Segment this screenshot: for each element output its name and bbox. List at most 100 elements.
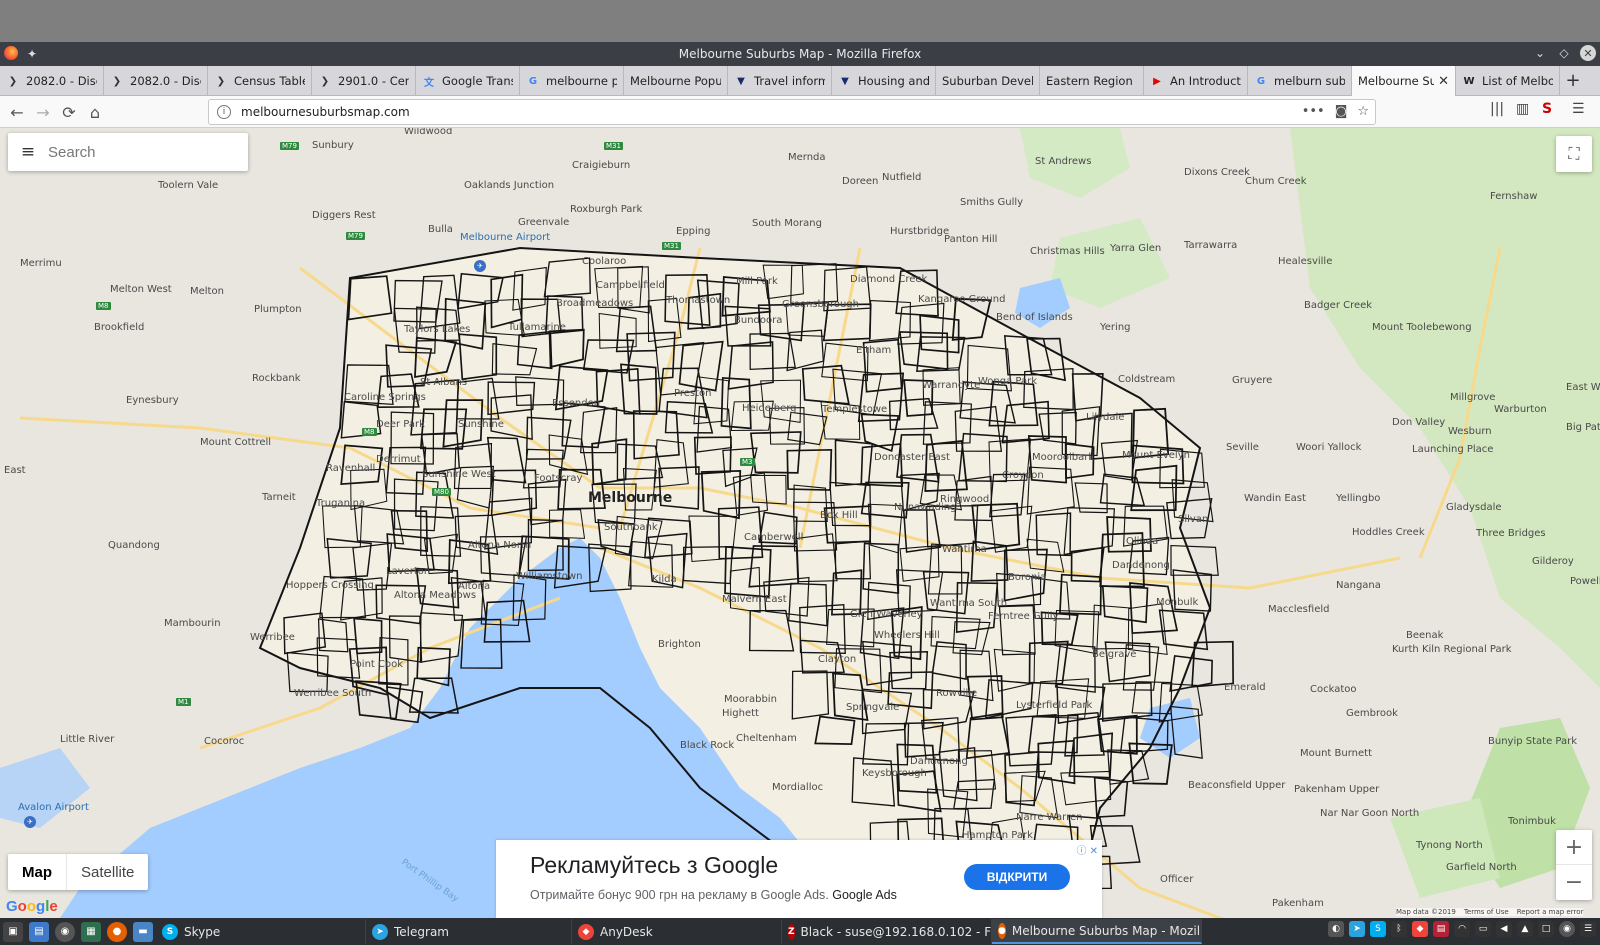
taskbar-task[interactable]: Z Black - suse@192.168.0.102 - FileZ...	[782, 919, 992, 944]
browser-tab[interactable]: Melbourne Su ✕	[1352, 66, 1456, 96]
map-place-label: Hoddles Creek	[1352, 527, 1425, 538]
browser-tab[interactable]: ▼ Travel inform	[728, 66, 832, 96]
search-input[interactable]	[48, 143, 228, 161]
volume-icon[interactable]: ◀	[1496, 921, 1512, 937]
minimize-icon[interactable]: ⌄	[1532, 45, 1548, 61]
library-icon[interactable]: |||	[1490, 101, 1504, 117]
airport-marker-icon[interactable]: ✈	[474, 260, 486, 272]
map-place-label: Melton West	[110, 284, 172, 295]
skype-tray-icon[interactable]: S	[1370, 921, 1386, 937]
map-place-label: Yellingbo	[1336, 493, 1381, 504]
taskbar-task[interactable]: ● Melbourne Suburbs Map - Mozilla...	[992, 919, 1202, 944]
browser-tab[interactable]: 文 Google Trans	[416, 66, 520, 96]
files-icon[interactable]: ▤	[29, 921, 49, 942]
adchoices-icon[interactable]: ⓘ ✕	[1076, 842, 1098, 857]
ad-open-button[interactable]: ВІДКРИТИ	[964, 864, 1070, 890]
taskbar-task[interactable]: ➤ Telegram	[366, 919, 572, 944]
anydesk-tray-icon[interactable]: ◆	[1412, 921, 1428, 937]
browser-tab[interactable]: Melbourne Popu	[624, 66, 728, 96]
taskbar-task[interactable]: ◆ AnyDesk	[572, 919, 782, 944]
map-place-label: East	[4, 465, 26, 476]
bookmark-star-icon[interactable]: ☆	[1357, 104, 1369, 119]
map-canvas[interactable]: Wildwood Sunbury Craigieburn Mernda Doreen Nu…	[0, 128, 1600, 918]
new-tab-button[interactable]: +	[1560, 66, 1586, 95]
ad-heading[interactable]: Рекламуйтесь з Google	[530, 852, 778, 879]
telegram-tray-icon[interactable]: ➤	[1349, 921, 1365, 937]
app-menu-icon[interactable]: ☰	[1580, 921, 1596, 937]
map-place-label: Ferntree Gully	[988, 611, 1059, 622]
airport-marker-icon[interactable]: ✈	[24, 816, 36, 828]
window-switcher-icon[interactable]: ▬	[133, 921, 153, 942]
fullscreen-button[interactable]: ⛶	[1556, 136, 1592, 172]
terminal-icon[interactable]: ▣	[3, 921, 23, 942]
close-icon[interactable]: ✕	[1580, 45, 1596, 61]
tray-expand-icon[interactable]: ▲	[1517, 921, 1533, 937]
bluetooth-icon[interactable]: ᛒ	[1391, 921, 1407, 937]
firefox-launcher-icon[interactable]: ●	[107, 921, 127, 942]
browser-tab[interactable]: Eastern Region	[1040, 66, 1144, 96]
zoom-in-button[interactable]: +	[1556, 830, 1592, 865]
pocket-icon[interactable]: ◙	[1335, 104, 1348, 119]
taskbar-task[interactable]: S Skype	[156, 919, 366, 944]
home-icon[interactable]: ⌂	[84, 101, 106, 123]
map-type-map-button[interactable]: Map	[8, 854, 67, 890]
show-desktop-icon[interactable]: □	[1538, 921, 1554, 937]
browser-tab[interactable]: ❯ 2082.0 - Disc	[104, 66, 208, 96]
map-data-credit: Map data ©2019	[1396, 908, 1456, 916]
browser-tab[interactable]: ❯ Census Table	[208, 66, 312, 96]
map-search-box[interactable]: ≡	[8, 133, 248, 171]
ad-banner[interactable]: ⓘ ✕ Рекламуйтесь з Google Отримайте бону…	[496, 840, 1102, 918]
browser-tab[interactable]: ▶ An Introducti	[1144, 66, 1248, 96]
clipboard-icon[interactable]: ▭	[1475, 921, 1491, 937]
map-place-label: Deer Park	[376, 419, 425, 430]
tab-close-icon[interactable]: ✕	[1434, 74, 1449, 89]
map-place-label: Gembrook	[1346, 708, 1398, 719]
forward-arrow-icon[interactable]: →	[32, 101, 54, 123]
browser-tab[interactable]: ❯ 2082.0 - Disc	[0, 66, 104, 96]
system-tray: ◐ ➤ S ᛒ ◆ ▤ ◠ ▭ ◀ ▲ □ ◉ ☰	[1328, 921, 1596, 937]
browser-tab[interactable]: Suburban Develo	[936, 66, 1040, 96]
map-type-control[interactable]: Map Satellite	[8, 854, 149, 890]
map-place-label: Monbulk	[1156, 597, 1199, 608]
map-place-label: Tullamarine	[508, 322, 566, 333]
map-place-label: Preston	[674, 388, 712, 399]
browser-tab[interactable]: ❯ 2901.0 - Cen	[312, 66, 416, 96]
tab-label: List of Melbo	[1482, 74, 1553, 88]
maximize-icon[interactable]: ◇	[1556, 45, 1572, 61]
browser-tab[interactable]: Gmelburn sub	[1248, 66, 1352, 96]
browser-tab[interactable]: W List of Melbo	[1456, 66, 1560, 96]
anydesk-icon: ◆	[578, 923, 594, 940]
map-type-satellite-button[interactable]: Satellite	[67, 854, 148, 890]
user-icon[interactable]: ◉	[1559, 921, 1575, 937]
page-actions-icon[interactable]: •••	[1302, 104, 1325, 119]
tab-label: Census Table	[234, 74, 305, 88]
map-place-label: Wantirna South	[930, 598, 1008, 609]
pin-icon[interactable]: ✦	[24, 46, 40, 62]
site-info-icon[interactable]: i	[217, 105, 231, 119]
sidebar-icon[interactable]: ▥	[1516, 101, 1529, 117]
map-place-label: Werribee South	[294, 688, 372, 699]
browser-tab[interactable]: ▼ Housing and	[832, 66, 936, 96]
terms-link[interactable]: Terms of Use	[1464, 908, 1509, 916]
map-place-label: Williamstown	[516, 571, 583, 582]
wifi-icon[interactable]: ◠	[1454, 921, 1470, 937]
reload-icon[interactable]: ⟳	[58, 101, 80, 123]
window-titlebar[interactable]: ✦ Melbourne Suburbs Map - Mozilla Firefo…	[0, 42, 1600, 66]
browser-tab[interactable]: Gmelbourne p	[520, 66, 624, 96]
back-arrow-icon[interactable]: ←	[6, 101, 28, 123]
extension-icon[interactable]: S	[1542, 101, 1552, 117]
map-place-label: Mernda	[788, 152, 826, 163]
zoom-control: + −	[1556, 830, 1592, 900]
hamburger-menu-icon[interactable]: ≡	[8, 142, 48, 162]
map-place-label: Gruyere	[1232, 375, 1273, 386]
wikipedia-icon: W	[1463, 75, 1475, 87]
image-viewer-icon[interactable]: ▦	[81, 921, 101, 942]
report-error-link[interactable]: Report a map error	[1517, 908, 1584, 916]
map-place-label: Springvale	[846, 702, 900, 713]
menu-icon[interactable]: ☰	[1572, 101, 1585, 117]
vpn-icon[interactable]: ◐	[1328, 921, 1344, 937]
url-bar[interactable]: i melbournesuburbsmap.com ••• ◙ ☆	[208, 99, 1376, 125]
zoom-out-button[interactable]: −	[1556, 865, 1592, 900]
chrome-like-icon[interactable]: ◉	[55, 921, 75, 942]
keyboard-layout-flag-icon[interactable]: ▤	[1433, 921, 1449, 937]
